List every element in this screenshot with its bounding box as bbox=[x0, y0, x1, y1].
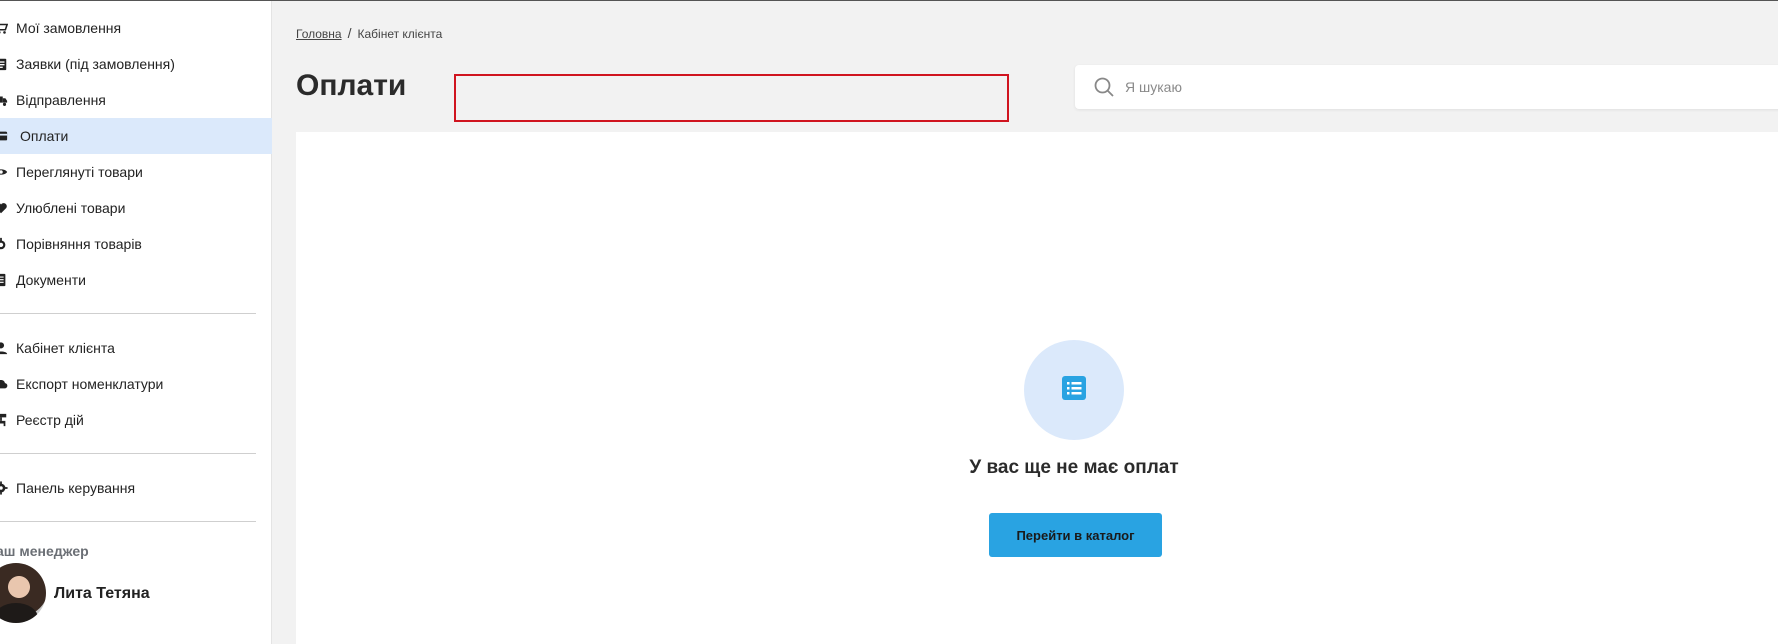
page-title: Оплати bbox=[296, 69, 407, 102]
sidebar-divider bbox=[0, 313, 256, 314]
search-icon[interactable] bbox=[1093, 76, 1115, 98]
breadcrumb-separator: / bbox=[347, 25, 352, 41]
scale-icon bbox=[0, 237, 8, 251]
sidebar-divider bbox=[0, 521, 256, 522]
sidebar-item-payments[interactable]: Оплати bbox=[0, 118, 272, 154]
empty-state-message: У вас ще не має оплат bbox=[969, 457, 1179, 478]
truck-icon bbox=[0, 93, 8, 107]
cart-icon bbox=[0, 21, 8, 35]
sidebar-item-client-cabinet[interactable]: Кабінет клієнта bbox=[0, 330, 272, 366]
go-to-catalog-button[interactable]: Перейти в каталог bbox=[989, 513, 1162, 557]
eye-icon bbox=[0, 165, 8, 179]
breadcrumb: Головна / Кабінет клієнта bbox=[296, 25, 442, 41]
search-input[interactable] bbox=[1125, 65, 1725, 109]
sidebar-item-label: Заявки (під замовлення) bbox=[16, 56, 175, 72]
sidebar-item-documents[interactable]: Документи bbox=[0, 262, 272, 298]
sidebar-item-export[interactable]: Експорт номенклатури bbox=[0, 366, 272, 402]
heart-icon bbox=[0, 201, 8, 215]
avatar bbox=[0, 563, 46, 623]
sidebar-item-compare[interactable]: Порівняння товарів bbox=[0, 226, 272, 262]
sidebar-item-label: Документи bbox=[16, 272, 86, 288]
sidebar-item-viewed-products[interactable]: Переглянуті товари bbox=[0, 154, 272, 190]
sidebar-item-label: Реєстр дій bbox=[16, 412, 84, 428]
sidebar-item-control-panel[interactable]: Панель керування bbox=[0, 470, 272, 506]
search-bar bbox=[1075, 65, 1778, 109]
document-icon bbox=[0, 273, 8, 287]
sidebar-item-shipments[interactable]: Відправлення bbox=[0, 82, 272, 118]
list-icon bbox=[1060, 374, 1088, 407]
sidebar-item-label: Панель керування bbox=[16, 480, 136, 496]
credit-card-icon bbox=[0, 129, 8, 143]
sidebar-item-label: Кабінет клієнта bbox=[16, 340, 115, 356]
breadcrumb-current: Кабінет клієнта bbox=[357, 27, 443, 41]
sidebar-item-label: Відправлення bbox=[16, 92, 106, 108]
sidebar-item-label: Порівняння товарів bbox=[16, 236, 142, 252]
clipboard-icon bbox=[0, 57, 8, 71]
sidebar-item-action-log[interactable]: Реєстр дій bbox=[0, 402, 272, 438]
sidebar-item-label: Оплати bbox=[20, 128, 69, 144]
sitemap-icon bbox=[0, 413, 8, 427]
sidebar-nav-main: Мої замовлення Заявки (під замовлення) В… bbox=[0, 10, 272, 298]
sidebar-divider bbox=[0, 453, 256, 454]
sidebar-item-my-orders[interactable]: Мої замовлення bbox=[0, 10, 272, 46]
sidebar-item-label: Переглянуті товари bbox=[16, 164, 143, 180]
sidebar-item-label: Мої замовлення bbox=[16, 20, 122, 36]
payments-panel: У вас ще не має оплат Перейти в каталог bbox=[296, 132, 1778, 644]
sidebar-item-label: Експорт номенклатури bbox=[16, 376, 164, 392]
sidebar-item-label: Улюблені товари bbox=[16, 200, 126, 216]
empty-state-badge bbox=[1024, 340, 1124, 440]
sidebar-item-requests[interactable]: Заявки (під замовлення) bbox=[0, 46, 272, 82]
gear-icon bbox=[0, 481, 8, 495]
cloud-export-icon bbox=[0, 377, 8, 391]
highlight-box bbox=[454, 74, 1009, 122]
user-icon bbox=[0, 341, 8, 355]
manager-name: Лита Тетяна bbox=[54, 585, 150, 602]
manager-label: аш менеджер bbox=[0, 543, 89, 559]
sidebar-nav-account: Кабінет клієнта Експорт номенклатури Реє… bbox=[0, 330, 272, 438]
sidebar-item-favorites[interactable]: Улюблені товари bbox=[0, 190, 272, 226]
breadcrumb-home-link[interactable]: Головна bbox=[296, 27, 342, 41]
sidebar-nav-admin: Панель керування bbox=[0, 470, 272, 506]
sidebar: Мої замовлення Заявки (під замовлення) В… bbox=[0, 1, 272, 644]
